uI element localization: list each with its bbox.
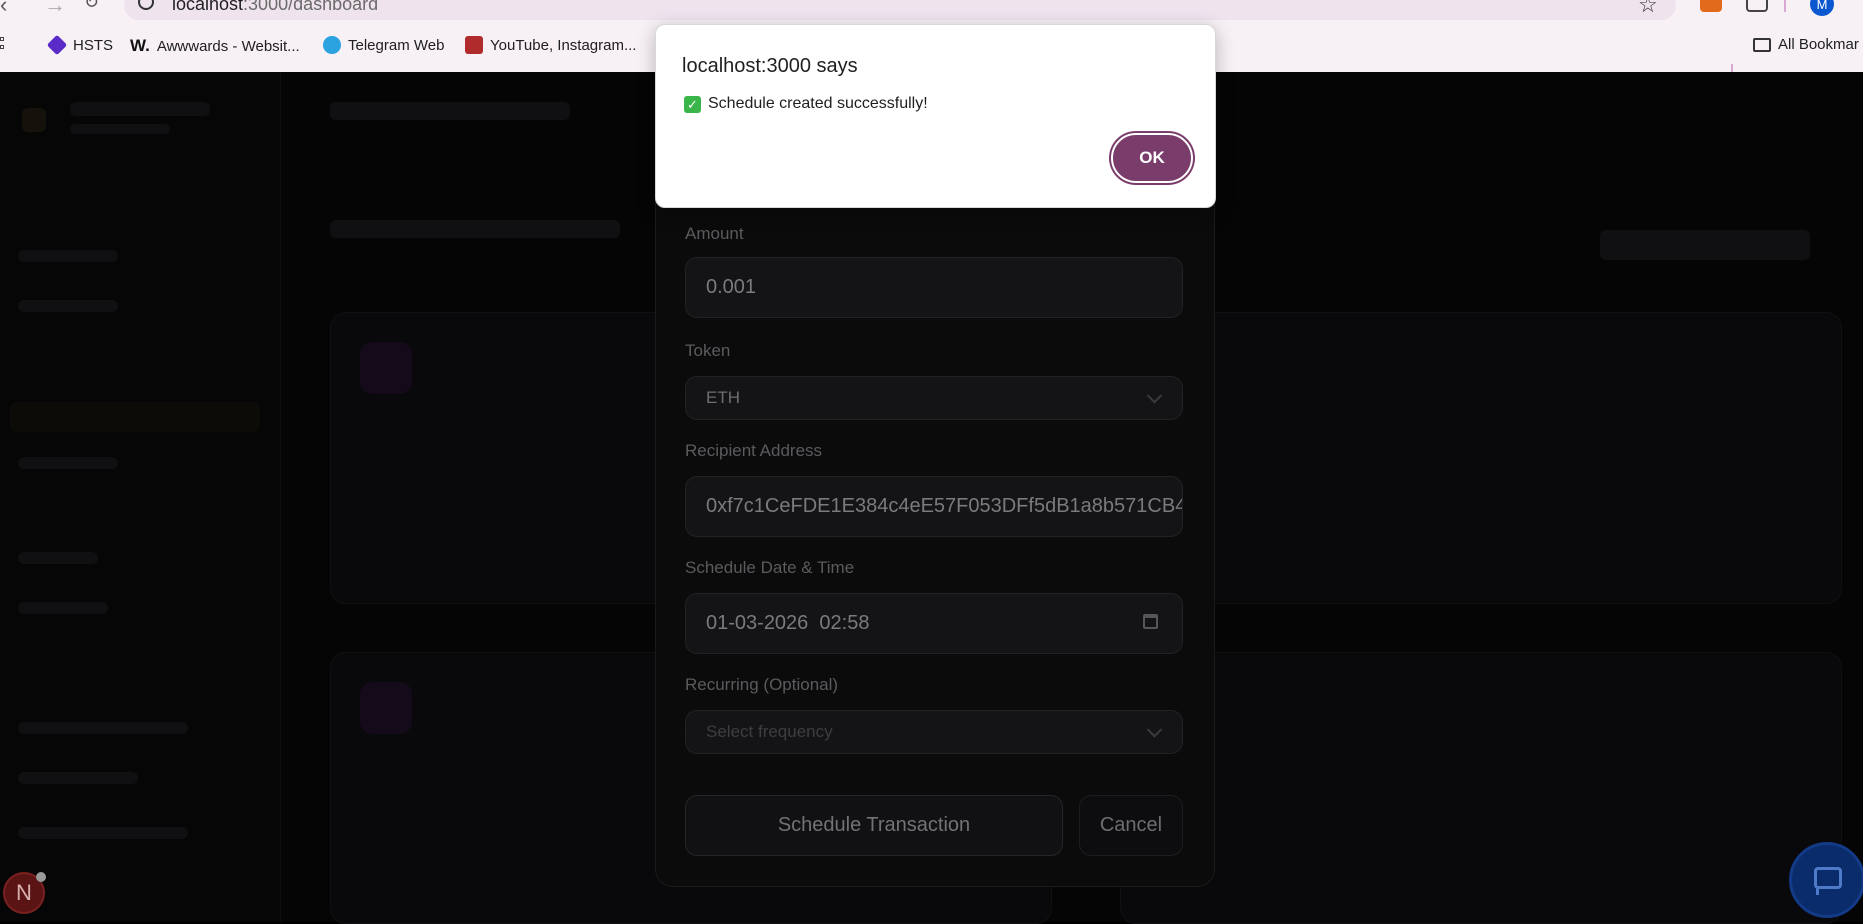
schedule-datetime-input[interactable]: 01-03-2026 02:58 — [685, 593, 1183, 654]
bookmark-label: HSTS — [73, 36, 114, 54]
alert-dialog: localhost:3000 says ✓ Schedule created s… — [655, 24, 1216, 208]
schedule-card — [1120, 312, 1842, 604]
schedule-label: Schedule Date & Time — [685, 558, 855, 577]
card-avatar-ghost — [360, 342, 412, 394]
section-title-ghost — [330, 220, 620, 238]
recipient-input[interactable]: 0xf7c1CeFDE1E384c4eE57F053DFf5dB1a8b571C… — [685, 476, 1183, 537]
schedule-modal: Amount 0.001 Token ETH Recipient Address… — [655, 135, 1215, 887]
site-info-icon[interactable] — [138, 0, 154, 10]
alert-title: localhost:3000 says — [682, 55, 858, 77]
sidebar-ghost — [18, 552, 98, 564]
token-select[interactable]: ETH — [685, 376, 1183, 420]
sidebar-ghost — [18, 300, 118, 312]
sidebar-ghost — [18, 827, 188, 839]
cancel-button[interactable]: Cancel — [1079, 795, 1183, 856]
token-value: ETH — [706, 388, 740, 407]
url-text: localhost:3000/dashboard — [172, 0, 378, 15]
url-host: localhost — [172, 0, 244, 14]
forward-icon[interactable]: → — [44, 0, 66, 18]
status-dot — [36, 872, 46, 882]
sidebar-ghost — [18, 457, 118, 469]
profile-avatar[interactable]: M — [1810, 0, 1834, 16]
bookmark-awwwards[interactable]: W. Awwwards - Websit... — [130, 36, 300, 56]
recurring-select[interactable]: Select frequency — [685, 710, 1183, 754]
sidebar-ghost — [18, 772, 138, 784]
bookmark-label: Awwwards - Websit... — [156, 37, 300, 55]
bookmark-hsts[interactable]: HSTS — [46, 34, 114, 56]
toolbar-divider — [1784, 0, 1786, 12]
address-bar[interactable]: localhost:3000/dashboard — [124, 0, 1676, 20]
awwwards-w-icon: W. — [130, 36, 150, 55]
bookmark-youtube[interactable]: YouTube, Instagram... — [465, 36, 636, 54]
back-icon[interactable]: ‹ — [0, 0, 7, 18]
sidebar-ghost — [18, 722, 188, 734]
chevron-down-icon — [1146, 722, 1163, 738]
chat-icon — [1814, 867, 1842, 889]
check-mark-icon: ✓ — [684, 95, 701, 113]
recurring-placeholder: Select frequency — [706, 722, 833, 741]
sidebar-ghost — [70, 102, 210, 116]
folder-icon — [1753, 37, 1771, 52]
schedule-transaction-button[interactable]: Schedule Transaction — [685, 795, 1063, 856]
extensions-icon[interactable] — [1746, 0, 1768, 12]
header-ghost — [330, 102, 570, 120]
header-button-ghost — [1600, 230, 1810, 260]
schedule-card — [1120, 652, 1842, 924]
telegram-icon — [323, 36, 341, 54]
card-avatar-ghost — [360, 682, 412, 734]
purple-cube-icon — [46, 34, 68, 56]
recipient-label: Recipient Address — [685, 441, 823, 460]
logo-icon — [22, 108, 46, 132]
metamask-fox-icon[interactable] — [1700, 0, 1722, 12]
amount-label: Amount — [685, 224, 744, 243]
chat-button[interactable] — [1789, 842, 1863, 918]
url-path: :3000/dashboard — [243, 0, 379, 14]
bookmark-label: YouTube, Instagram... — [490, 36, 637, 54]
recipient-value: 0xf7c1CeFDE1E384c4eE57F053DFf5dB1a8b571C… — [706, 495, 1183, 517]
sidebar-active-ghost — [10, 402, 260, 432]
apps-grid-icon[interactable] — [0, 37, 12, 55]
bookmark-label: Telegram Web — [348, 36, 445, 54]
sidebar-ghost — [70, 124, 170, 134]
bar-chart-icon — [465, 36, 483, 54]
chat-icon-tail — [1816, 887, 1824, 895]
amount-value: 0.001 — [706, 276, 757, 298]
recurring-label: Recurring (Optional) — [685, 675, 839, 694]
bookmark-telegram[interactable]: Telegram Web — [323, 36, 444, 54]
schedule-value: 01-03-2026 02:58 — [706, 612, 870, 634]
calendar-icon[interactable] — [1143, 614, 1158, 629]
ok-button[interactable]: OK — [1111, 133, 1193, 183]
all-bookmarks-label: All Bookmar — [1778, 36, 1859, 53]
reload-icon[interactable]: ↻ — [84, 0, 99, 13]
sidebar-ghost — [18, 602, 108, 614]
sidebar — [0, 72, 281, 922]
amount-input[interactable]: 0.001 — [685, 257, 1183, 318]
sidebar-ghost — [18, 250, 118, 262]
chevron-down-icon — [1146, 388, 1163, 404]
token-label: Token — [685, 341, 731, 360]
all-bookmarks[interactable]: All Bookmar — [1753, 36, 1859, 53]
alert-message: ✓ Schedule created successfully! — [684, 95, 928, 113]
bookmark-star-icon[interactable]: ☆ — [1638, 0, 1658, 18]
alert-message-text: Schedule created successfully! — [708, 95, 928, 112]
